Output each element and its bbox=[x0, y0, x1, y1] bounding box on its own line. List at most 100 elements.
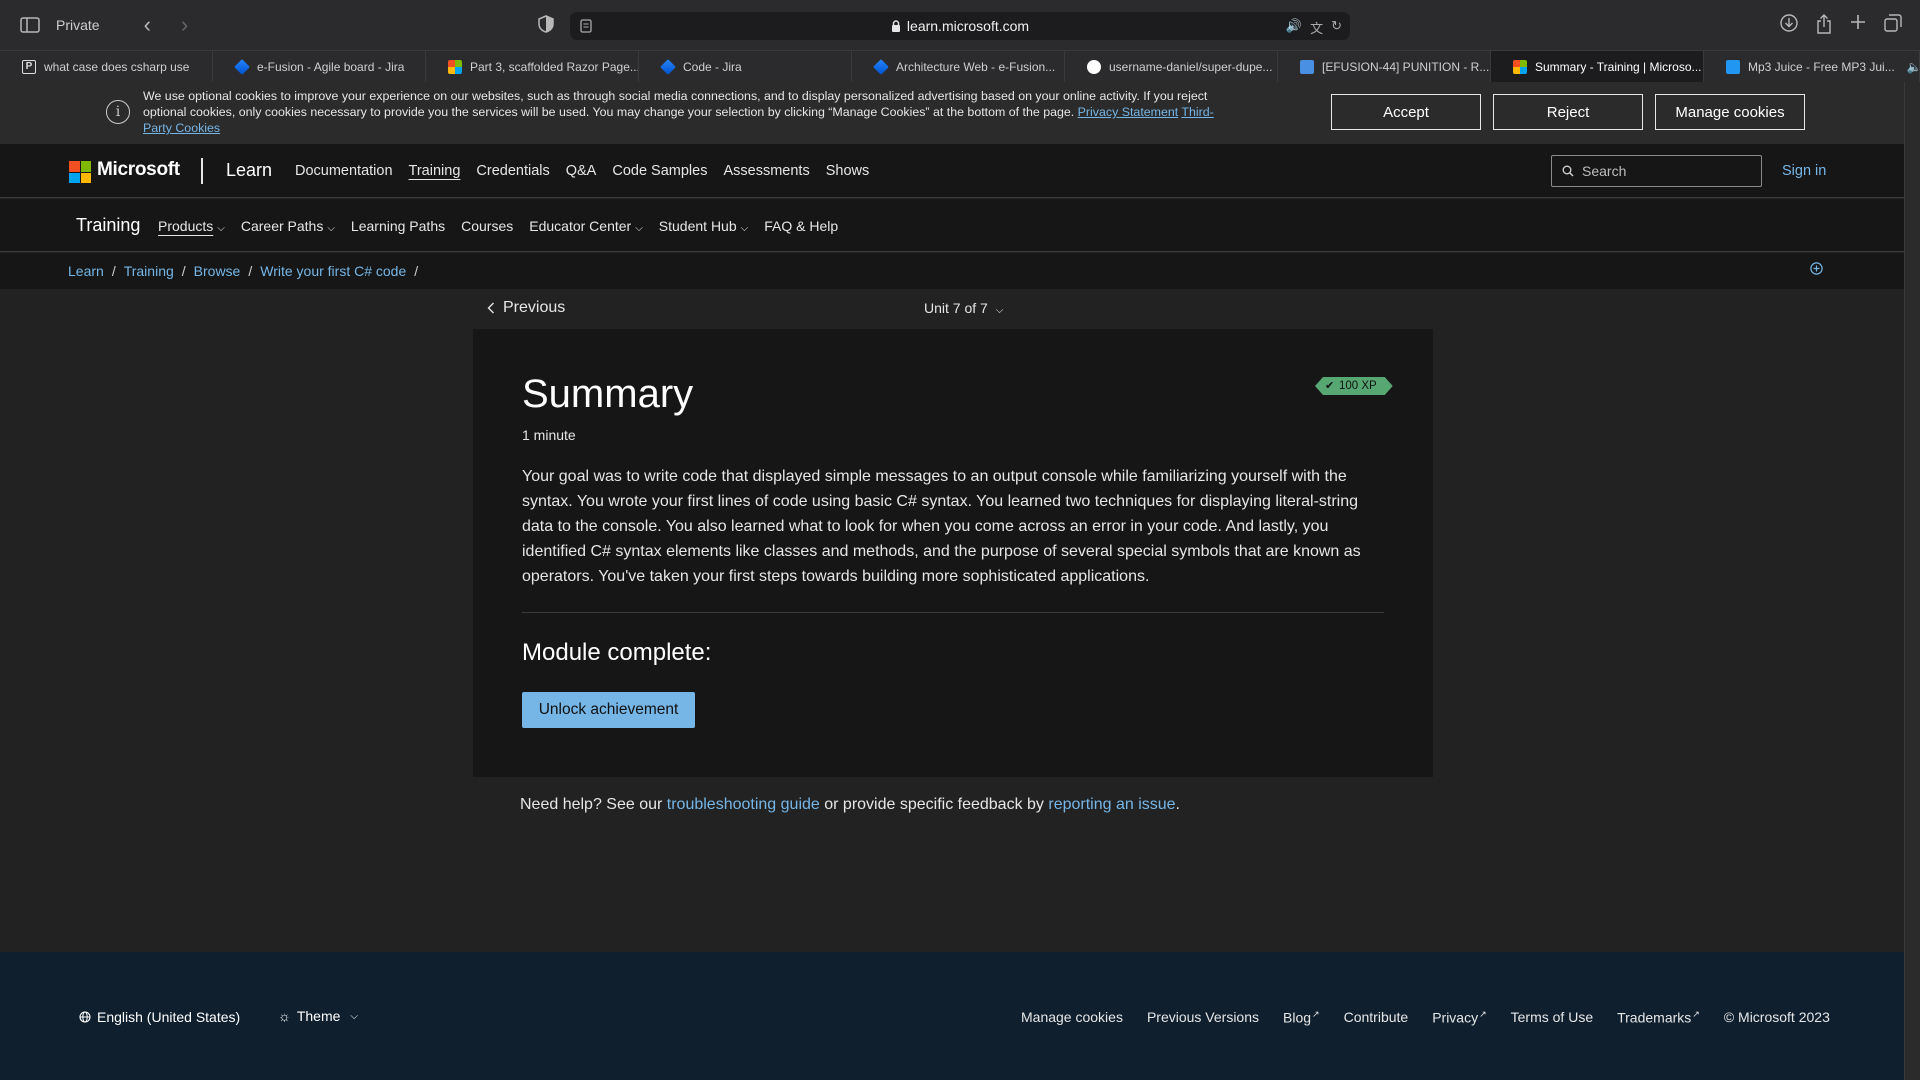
sidebar-toggle-icon[interactable] bbox=[20, 17, 40, 33]
new-tab-icon[interactable] bbox=[1850, 14, 1866, 34]
previous-label: Previous bbox=[503, 299, 566, 316]
subnav-products[interactable]: Products ⌵ bbox=[158, 218, 225, 234]
jira-icon bbox=[660, 58, 676, 75]
footer-privacy[interactable]: Privacy↗ bbox=[1432, 1009, 1486, 1026]
tab-bar: Pwhat case does csharp use e-Fusion - Ag… bbox=[0, 50, 1920, 82]
page-icon bbox=[580, 19, 592, 33]
nav-code-samples[interactable]: Code Samples bbox=[612, 163, 707, 179]
address-bar[interactable]: learn.microsoft.com 🔊 文 ↻ bbox=[570, 12, 1350, 40]
subnav-courses[interactable]: Courses bbox=[461, 218, 513, 234]
tab-8[interactable]: Mp3 Juice - Free MP3 Jui... 🔈 bbox=[1704, 51, 1920, 82]
subnav-faq-help[interactable]: FAQ & Help bbox=[764, 218, 838, 234]
nav-shows[interactable]: Shows bbox=[826, 163, 870, 179]
tab-7-active[interactable]: Summary - Training | Microso... bbox=[1491, 51, 1704, 82]
sign-in-link[interactable]: Sign in bbox=[1782, 163, 1826, 179]
breadcrumb-learn[interactable]: Learn bbox=[68, 263, 104, 279]
microsoft-logo-icon[interactable] bbox=[69, 161, 91, 183]
manage-cookies-button[interactable]: Manage cookies bbox=[1655, 94, 1805, 130]
tab-6[interactable]: [EFUSION-44] PUNITION - R... bbox=[1278, 51, 1491, 82]
tab-0[interactable]: Pwhat case does csharp use bbox=[0, 51, 213, 82]
footer-terms[interactable]: Terms of Use bbox=[1511, 1009, 1593, 1026]
site-footer: English (United States) ☼ Theme ⌵ Manage… bbox=[0, 952, 1904, 1080]
search-icon bbox=[1562, 165, 1574, 177]
tab-1[interactable]: e-Fusion - Agile board - Jira bbox=[213, 51, 426, 82]
nav-documentation[interactable]: Documentation bbox=[295, 163, 393, 179]
breadcrumb-separator: / bbox=[248, 263, 253, 279]
back-icon[interactable]: ‹ bbox=[134, 12, 161, 38]
learn-link[interactable]: Learn bbox=[226, 160, 272, 181]
tab-4[interactable]: Architecture Web - e-Fusion... bbox=[852, 51, 1065, 82]
language-selector[interactable]: English (United States) bbox=[79, 1009, 240, 1025]
troubleshooting-guide-link[interactable]: troubleshooting guide bbox=[667, 796, 820, 813]
microsoft-brand[interactable]: Microsoft bbox=[97, 159, 180, 181]
privacy-statement-link[interactable]: Privacy Statement bbox=[1078, 105, 1179, 119]
tab-3[interactable]: Code - Jira bbox=[639, 51, 852, 82]
subnav-learning-paths[interactable]: Learning Paths bbox=[351, 218, 445, 234]
nav-assessments[interactable]: Assessments bbox=[723, 163, 809, 179]
search-input[interactable]: Search bbox=[1551, 155, 1762, 187]
download-icon[interactable] bbox=[1780, 14, 1798, 34]
globe-icon bbox=[79, 1011, 91, 1023]
tab-label: username-daniel/super-dupe... bbox=[1109, 59, 1273, 74]
chevron-left-icon bbox=[487, 302, 495, 314]
tab-2[interactable]: Part 3, scaffolded Razor Page... bbox=[426, 51, 639, 82]
footer-contribute[interactable]: Contribute bbox=[1344, 1009, 1409, 1026]
xp-badge: ✔ 100 XP bbox=[1315, 377, 1393, 395]
reload-icon[interactable]: ↻ bbox=[1331, 18, 1342, 37]
translate-icon[interactable]: 文 bbox=[1310, 18, 1323, 37]
theme-selector[interactable]: ☼ Theme ⌵ bbox=[278, 1008, 358, 1024]
jira-icon bbox=[873, 58, 889, 75]
footer-links: Manage cookies Previous Versions Blog↗ C… bbox=[1021, 1009, 1830, 1026]
subnav-career-paths[interactable]: Career Paths ⌵ bbox=[241, 218, 335, 234]
nav-credentials[interactable]: Credentials bbox=[476, 163, 549, 179]
reject-button[interactable]: Reject bbox=[1493, 94, 1643, 130]
language-label: English (United States) bbox=[97, 1009, 241, 1025]
duration: 1 minute bbox=[522, 427, 576, 443]
check-icon: ✔ bbox=[1325, 380, 1335, 392]
breadcrumb-browse[interactable]: Browse bbox=[194, 263, 241, 279]
speaker-icon[interactable]: 🔊 bbox=[1286, 18, 1302, 37]
tab-5[interactable]: username-daniel/super-dupe... bbox=[1065, 51, 1278, 82]
tab-label: [EFUSION-44] PUNITION - R... bbox=[1322, 59, 1490, 74]
breadcrumb-training[interactable]: Training bbox=[124, 263, 174, 279]
subnav-label: Career Paths bbox=[240, 218, 324, 234]
external-link-icon: ↗ bbox=[1312, 1009, 1320, 1019]
subnav-educator-center[interactable]: Educator Center ⌵ bbox=[529, 218, 643, 234]
previous-button[interactable]: Previous bbox=[487, 299, 565, 317]
nav-qa[interactable]: Q&A bbox=[566, 163, 597, 179]
subnav-label: Student Hub bbox=[658, 218, 737, 234]
unit-selector[interactable]: Unit 7 of 7 ⌵ bbox=[924, 300, 1003, 316]
private-label: Private bbox=[56, 17, 100, 33]
training-title[interactable]: Training bbox=[76, 215, 140, 236]
forward-icon[interactable]: › bbox=[171, 12, 198, 38]
app-icon bbox=[1300, 59, 1314, 74]
privacy-shield-icon[interactable] bbox=[538, 15, 554, 33]
url-text: learn.microsoft.com bbox=[906, 18, 1030, 34]
footer-link-label: Privacy bbox=[1432, 1009, 1479, 1026]
cookie-message: We use optional cookies to improve your … bbox=[143, 89, 1208, 119]
accept-button[interactable]: Accept bbox=[1331, 94, 1481, 130]
xp-value: 100 XP bbox=[1339, 380, 1377, 392]
breadcrumb-separator: / bbox=[181, 263, 186, 279]
microsoft-icon bbox=[448, 59, 462, 74]
search-placeholder: Search bbox=[1582, 163, 1627, 179]
footer-trademarks[interactable]: Trademarks↗ bbox=[1617, 1009, 1700, 1026]
footer-blog[interactable]: Blog↗ bbox=[1283, 1009, 1320, 1026]
nav-training[interactable]: Training bbox=[409, 163, 461, 179]
speaker-icon[interactable]: 🔈 bbox=[1907, 60, 1919, 74]
reporting-issue-link[interactable]: reporting an issue bbox=[1048, 796, 1175, 813]
tab-label: what case does csharp use bbox=[44, 59, 190, 74]
scrollbar[interactable] bbox=[1904, 82, 1920, 1080]
chevron-down-icon: ⌵ bbox=[635, 223, 643, 234]
chevron-down-icon: ⌵ bbox=[327, 223, 335, 234]
share-icon[interactable] bbox=[1816, 14, 1832, 34]
unlock-achievement-button[interactable]: Unlock achievement bbox=[522, 692, 695, 728]
footer-previous-versions[interactable]: Previous Versions bbox=[1147, 1009, 1259, 1026]
top-nav: Documentation Training Credentials Q&A C… bbox=[295, 163, 869, 179]
add-collection-icon[interactable] bbox=[1810, 262, 1823, 275]
tab-overview-icon[interactable] bbox=[1884, 14, 1902, 34]
footer-manage-cookies[interactable]: Manage cookies bbox=[1021, 1009, 1123, 1026]
tab-label: Summary - Training | Microso... bbox=[1535, 59, 1702, 74]
subnav-student-hub[interactable]: Student Hub ⌵ bbox=[659, 218, 748, 234]
breadcrumb-module[interactable]: Write your first C# code bbox=[260, 263, 406, 279]
